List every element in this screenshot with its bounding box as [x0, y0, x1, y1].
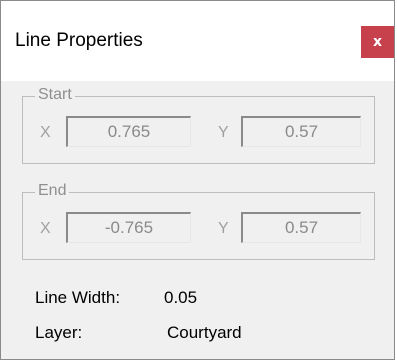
line-width-value: 0.05: [164, 288, 198, 307]
end-x-label: X: [40, 220, 51, 237]
end-legend: End: [35, 181, 70, 201]
start-y-label: Y: [218, 124, 229, 141]
start-group: Start X 0.765 Y 0.57: [22, 85, 375, 164]
close-icon: x: [372, 34, 383, 50]
layer-label: Layer:: [35, 323, 83, 342]
end-x-field[interactable]: -0.765: [66, 212, 191, 243]
line-properties-dialog: Line Properties x Start X 0.765 Y 0.57 E…: [0, 0, 395, 360]
end-y-label: Y: [218, 220, 229, 237]
dialog-title: Line Properties: [15, 30, 143, 51]
layer-value: Courtyard: [167, 323, 242, 342]
end-y-field[interactable]: 0.57: [241, 212, 361, 243]
title-bar[interactable]: Line Properties x: [1, 1, 394, 81]
close-button[interactable]: x: [361, 26, 394, 58]
start-x-field[interactable]: 0.765: [66, 116, 191, 147]
line-width-label: Line Width:: [35, 288, 121, 307]
end-group: End X -0.765 Y 0.57: [22, 181, 375, 260]
start-x-label: X: [40, 124, 51, 141]
start-legend: Start: [35, 85, 75, 105]
start-y-field[interactable]: 0.57: [241, 116, 361, 147]
